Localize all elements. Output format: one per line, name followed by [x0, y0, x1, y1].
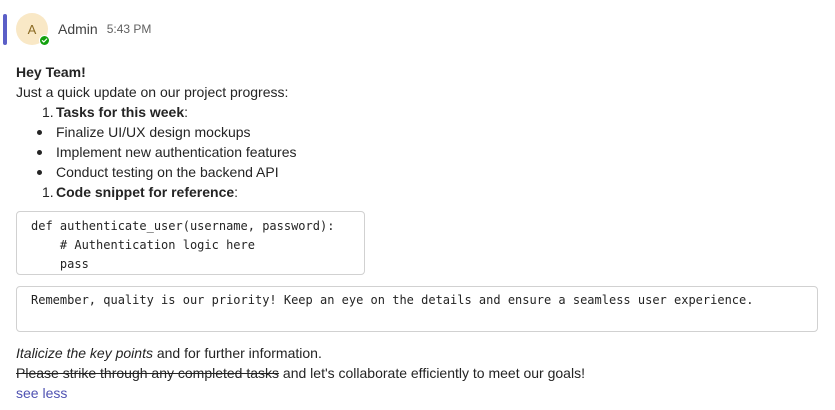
- italic-text: Italicize the key points: [16, 345, 153, 361]
- see-less-link[interactable]: see less: [16, 385, 67, 401]
- message-header: A Admin 5:43 PM: [16, 12, 151, 46]
- bullet-icon: [37, 130, 42, 135]
- footer-line-italic: Italicize the key points and for further…: [16, 343, 821, 363]
- footer-line-strike: Please strike through any completed task…: [16, 363, 821, 383]
- list-item-suffix: :: [234, 184, 239, 200]
- code-line: # Authentication logic here: [31, 238, 255, 252]
- list-item-heading: Tasks for this week: [56, 104, 185, 120]
- message-body: Hey Team! Just a quick update on our pro…: [16, 62, 821, 403]
- avatar-initial: A: [27, 21, 37, 37]
- list-number: 1.: [42, 104, 54, 120]
- intro-text: Just a quick update on our project progr…: [16, 84, 289, 100]
- bullet-icon: [37, 150, 42, 155]
- footer-text: and for further information.: [152, 345, 322, 361]
- code-line: def authenticate_user(username, password…: [31, 219, 335, 233]
- list-item-suffix: :: [184, 104, 189, 120]
- presence-available-icon: [39, 35, 50, 46]
- bullet-item: Implement new authentication features: [16, 142, 821, 162]
- message-timestamp: 5:43 PM: [106, 22, 152, 36]
- message-accent-bar: [3, 14, 7, 45]
- bullet-icon: [37, 170, 42, 175]
- list-item-heading: Code snippet for reference: [56, 184, 235, 200]
- list-number: 1.: [42, 184, 54, 200]
- greeting: Hey Team!: [16, 64, 86, 80]
- bullet-text: Conduct testing on the backend API: [56, 164, 279, 180]
- code-block[interactable]: def authenticate_user(username, password…: [16, 211, 365, 275]
- bullet-item: Conduct testing on the backend API: [16, 162, 821, 182]
- ordered-list-item-code: 1. Code snippet for reference:: [16, 182, 821, 202]
- bullet-text: Finalize UI/UX design mockups: [56, 124, 251, 140]
- ordered-list-item-tasks: 1. Tasks for this week:: [16, 102, 821, 122]
- monospace-quote-block[interactable]: Remember, quality is our priority! Keep …: [16, 286, 818, 332]
- footer-text: and let's collaborate efficiently to mee…: [279, 365, 585, 381]
- bullet-text: Implement new authentication features: [56, 144, 297, 160]
- strikethrough-text: Please strike through any completed task…: [16, 365, 280, 381]
- avatar[interactable]: A: [16, 13, 50, 46]
- quote-text: Remember, quality is our priority! Keep …: [31, 293, 754, 307]
- code-line: pass: [31, 257, 89, 271]
- author-name[interactable]: Admin: [58, 21, 98, 37]
- bullet-item: Finalize UI/UX design mockups: [16, 122, 821, 142]
